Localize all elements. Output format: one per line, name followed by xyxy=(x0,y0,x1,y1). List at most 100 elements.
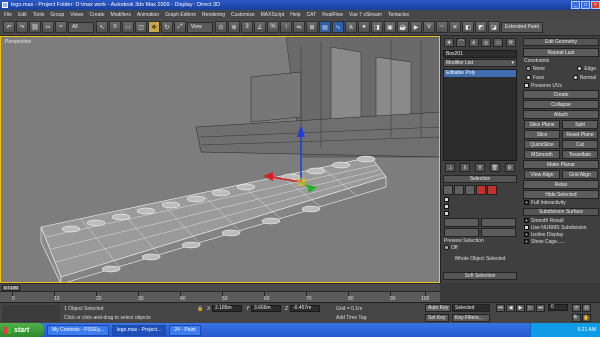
extra-tool-3-icon[interactable]: ◪ xyxy=(488,21,500,33)
ignore-backfacing-option[interactable] xyxy=(444,204,516,210)
menu-maxscript[interactable]: MAXScript xyxy=(261,12,285,18)
select-by-name-icon[interactable]: ≡ xyxy=(109,21,121,33)
previous-frame-icon[interactable]: ◀ xyxy=(506,304,515,312)
configure-sets-icon[interactable]: ⚙ xyxy=(504,163,515,172)
shrink-button[interactable] xyxy=(444,218,479,227)
menu-views[interactable]: Views xyxy=(70,12,83,18)
isoline-display-checkbox[interactable]: Isoline Display xyxy=(524,232,598,238)
link-icon[interactable]: ⛓ xyxy=(29,21,41,33)
add-time-tag-button[interactable]: Add Time Tag xyxy=(336,315,366,321)
menu-help[interactable]: Help xyxy=(290,12,300,18)
constraint-face-radio[interactable]: Face xyxy=(526,75,544,81)
create-button[interactable]: Create xyxy=(523,90,599,99)
select-and-manipulate-icon[interactable]: ⊕ xyxy=(228,21,240,33)
by-angle-option[interactable] xyxy=(444,211,516,217)
display-tab-icon[interactable]: ▭ xyxy=(493,38,504,47)
menu-group[interactable]: Group xyxy=(50,12,64,18)
object-name-field[interactable]: Box201 xyxy=(443,50,517,58)
border-icon[interactable] xyxy=(465,185,475,195)
show-end-result-icon[interactable]: Ⅱ xyxy=(460,163,471,172)
modify-tab-icon[interactable]: ⌒ xyxy=(456,38,467,47)
taskbar-item-lego-max[interactable]: lego.max - Project... xyxy=(111,324,167,336)
menu-create[interactable]: Create xyxy=(90,12,105,18)
maximize-viewport-icon[interactable]: ⊡ xyxy=(582,304,591,312)
menu-tools[interactable]: Tools xyxy=(33,12,45,18)
loop-button[interactable] xyxy=(481,228,516,237)
lock-selection-icon[interactable]: 🔒 xyxy=(197,306,203,312)
menu-animation[interactable]: Animation xyxy=(137,12,159,18)
angle-snap-icon[interactable]: ∠ xyxy=(254,21,266,33)
constraint-none-radio[interactable]: None xyxy=(526,66,545,72)
make-planar-button[interactable]: Make Planar xyxy=(523,160,599,169)
edge-icon[interactable] xyxy=(454,185,464,195)
snap-toggle-icon[interactable]: 3 xyxy=(241,21,253,33)
quickslice-button[interactable]: QuickSlice xyxy=(524,140,560,149)
align-icon[interactable]: ⊞ xyxy=(306,21,318,33)
preview-off-radio[interactable]: Off xyxy=(444,245,516,251)
mirror-icon[interactable]: ⇋ xyxy=(293,21,305,33)
extra-tool-1-icon[interactable]: ◧ xyxy=(462,21,474,33)
taskbar-item-contests[interactable]: My Contests - PSSEy... xyxy=(47,324,109,336)
constraint-edge-radio[interactable]: Edge xyxy=(577,66,596,72)
smooth-result-checkbox[interactable]: Smooth Result xyxy=(524,218,598,224)
preserve-uvs-checkbox[interactable]: Preserve UVs xyxy=(524,83,598,89)
window-crossing-icon[interactable]: ◫ xyxy=(135,21,147,33)
zoom-icon[interactable]: 🔍 xyxy=(572,314,581,322)
cut-button[interactable]: Cut xyxy=(562,140,598,149)
extra-tool-2-icon[interactable]: ◩ xyxy=(475,21,487,33)
maxscript-listener-mini[interactable] xyxy=(2,305,60,322)
render-setup-icon[interactable]: ◨ xyxy=(371,21,383,33)
viewport-label[interactable]: Perspective xyxy=(5,39,31,45)
menu-vue[interactable]: Vue 7 xStream xyxy=(349,12,382,18)
rectangular-selection-icon[interactable]: ▭ xyxy=(122,21,134,33)
tessellate-button[interactable]: Tessellate xyxy=(562,150,598,159)
slice-plane-button[interactable]: Slice Plane xyxy=(524,120,560,129)
quick-render-icon[interactable]: ▶ xyxy=(410,21,422,33)
menu-graph-editors[interactable]: Graph Editors xyxy=(165,12,196,18)
auto-key-button[interactable]: Auto Key xyxy=(425,304,452,312)
menu-edit[interactable]: Edit xyxy=(18,12,27,18)
material-editor-icon[interactable]: ● xyxy=(358,21,370,33)
next-frame-icon[interactable]: ▷ xyxy=(526,304,535,312)
soft-selection-rollout[interactable]: Soft Selection xyxy=(443,272,517,280)
make-unique-icon[interactable]: ∀ xyxy=(474,163,485,172)
modifier-list-dropdown[interactable]: Modifier List ▾ xyxy=(443,59,517,67)
key-filters-button[interactable]: Key Filters... xyxy=(452,314,490,322)
reset-plane-button[interactable]: Reset Plane xyxy=(562,130,598,139)
use-nurms-checkbox[interactable]: Use NURMS Subdivision xyxy=(524,225,598,231)
collapse-button[interactable]: Collapse xyxy=(523,100,599,109)
edit-geometry-rollout[interactable]: Edit Geometry xyxy=(523,38,599,46)
close-button[interactable]: × xyxy=(591,1,600,9)
selection-filter-dropdown[interactable]: All xyxy=(68,21,94,33)
select-and-scale-icon[interactable]: ⤢ xyxy=(174,21,186,33)
orbit-icon[interactable]: ⟳ xyxy=(572,304,581,312)
pan-icon[interactable]: ✋ xyxy=(582,314,591,322)
current-frame-field[interactable]: 0 xyxy=(548,304,568,311)
layer-manager-icon[interactable]: ▤ xyxy=(319,21,331,33)
x-coordinate-field[interactable]: 2.185m xyxy=(212,305,242,312)
modifier-stack[interactable]: Editable Poly xyxy=(443,69,517,161)
polygon-icon[interactable] xyxy=(476,185,486,195)
relax-button[interactable]: Relax xyxy=(523,180,599,189)
schematic-view-icon[interactable]: ⋔ xyxy=(345,21,357,33)
view-align-button[interactable]: View Align xyxy=(524,170,560,179)
render-production-icon[interactable]: ☕ xyxy=(397,21,409,33)
rendered-frame-icon[interactable]: ▣ xyxy=(384,21,396,33)
z-coordinate-field[interactable]: -0.457m xyxy=(290,305,320,312)
msmooth-button[interactable]: MSmooth xyxy=(524,150,560,159)
full-interactivity-checkbox[interactable]: Full Interactivity xyxy=(524,200,598,206)
y-coordinate-field[interactable]: 3.666m xyxy=(251,305,281,312)
menu-cat[interactable]: CAT xyxy=(307,12,317,18)
spinner-snap-icon[interactable]: ↕ xyxy=(280,21,292,33)
grow-button[interactable] xyxy=(481,218,516,227)
slice-button[interactable]: Slice xyxy=(524,130,560,139)
menu-customize[interactable]: Customize xyxy=(231,12,255,18)
split-button[interactable]: Split xyxy=(562,120,598,129)
menu-file[interactable]: File xyxy=(4,12,12,18)
key-mode-dropdown[interactable]: Selected xyxy=(452,304,490,312)
hide-selected-button[interactable]: Hide Selected xyxy=(523,190,599,199)
vertex-icon[interactable] xyxy=(443,185,453,195)
go-to-end-icon[interactable]: ⏭ xyxy=(536,304,545,312)
repeat-last-button[interactable]: Repeat Last xyxy=(523,48,599,57)
taskbar-item-paint[interactable]: 24 - Paint xyxy=(169,324,201,336)
